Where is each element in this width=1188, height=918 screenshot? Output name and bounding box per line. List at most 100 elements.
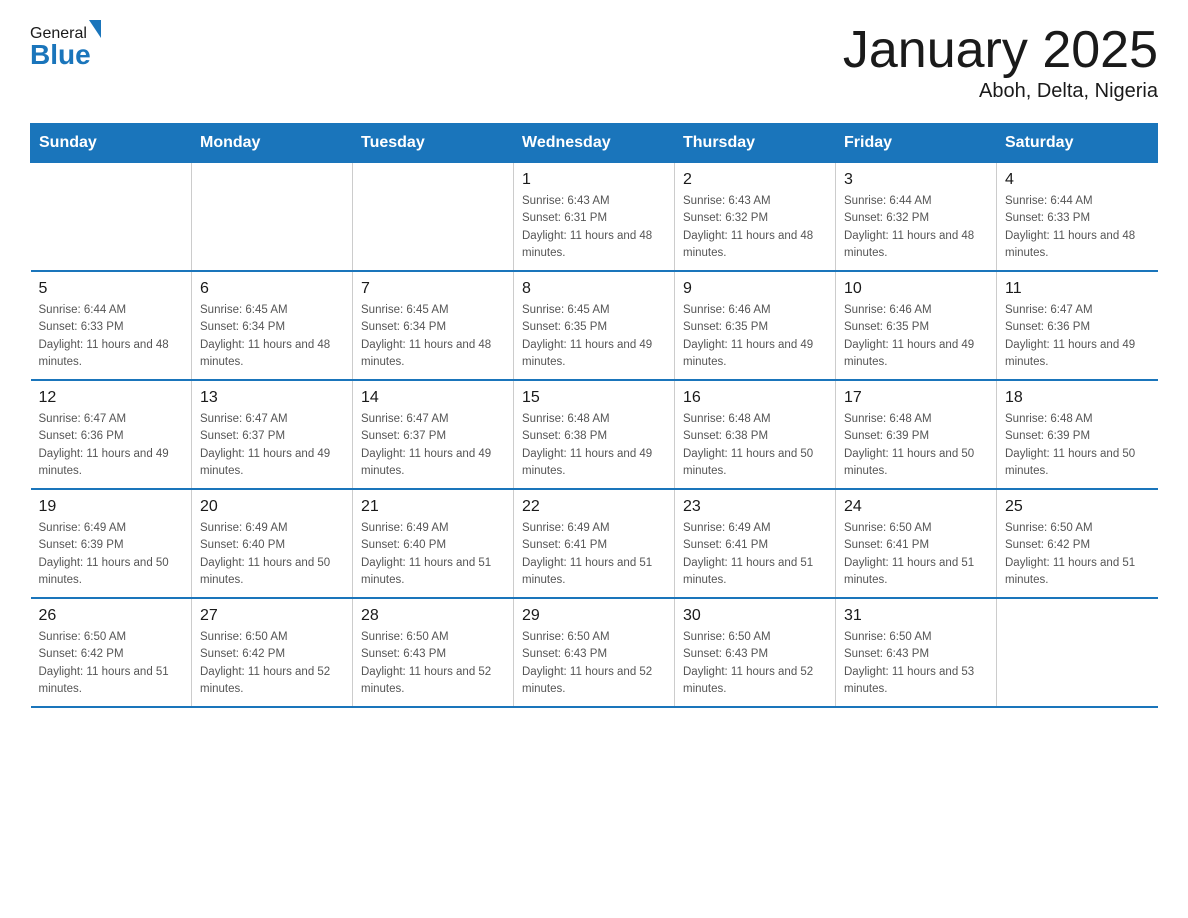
day-number: 20 (200, 498, 344, 516)
calendar-cell: 2 Sunrise: 6:43 AMSunset: 6:32 PMDaylight… (675, 163, 836, 272)
header-sunday: Sunday (31, 124, 192, 163)
logo-triangle-icon (89, 20, 101, 38)
day-info: Sunrise: 6:43 AMSunset: 6:31 PMDaylight:… (522, 193, 666, 262)
calendar-cell: 21Sunrise: 6:49 AMSunset: 6:40 PMDayligh… (353, 489, 514, 598)
day-info: Sunrise: 6:46 AMSunset: 6:35 PMDaylight:… (683, 302, 827, 371)
day-info: Sunrise: 6:48 AMSunset: 6:38 PMDaylight:… (522, 411, 666, 480)
day-number: 5 (39, 280, 184, 298)
calendar-cell: 8 Sunrise: 6:45 AMSunset: 6:35 PMDaylight… (514, 271, 675, 380)
header-tuesday: Tuesday (353, 124, 514, 163)
calendar-cell: 1 Sunrise: 6:43 AMSunset: 6:31 PMDaylight… (514, 163, 675, 272)
day-info: Sunrise: 6:50 AMSunset: 6:43 PMDaylight:… (522, 629, 666, 698)
day-number: 16 (683, 389, 827, 407)
day-number: 14 (361, 389, 505, 407)
day-number: 7 (361, 280, 505, 298)
day-number: 21 (361, 498, 505, 516)
day-number: 8 (522, 280, 666, 298)
logo-blue-text: Blue (30, 39, 91, 71)
day-info: Sunrise: 6:50 AMSunset: 6:42 PMDaylight:… (200, 629, 344, 698)
day-info: Sunrise: 6:48 AMSunset: 6:38 PMDaylight:… (683, 411, 827, 480)
day-info: Sunrise: 6:50 AMSunset: 6:42 PMDaylight:… (1005, 520, 1150, 589)
day-info: Sunrise: 6:48 AMSunset: 6:39 PMDaylight:… (844, 411, 988, 480)
header-saturday: Saturday (997, 124, 1158, 163)
day-number: 4 (1005, 171, 1150, 189)
day-info: Sunrise: 6:49 AMSunset: 6:40 PMDaylight:… (200, 520, 344, 589)
day-info: Sunrise: 6:44 AMSunset: 6:32 PMDaylight:… (844, 193, 988, 262)
calendar-header-row: SundayMondayTuesdayWednesdayThursdayFrid… (31, 124, 1158, 163)
calendar-cell: 31Sunrise: 6:50 AMSunset: 6:43 PMDayligh… (836, 598, 997, 707)
day-info: Sunrise: 6:45 AMSunset: 6:34 PMDaylight:… (200, 302, 344, 371)
day-info: Sunrise: 6:48 AMSunset: 6:39 PMDaylight:… (1005, 411, 1150, 480)
calendar-cell: 14 Sunrise: 6:47 AMSunset: 6:37 PMDayligh… (353, 380, 514, 489)
day-number: 3 (844, 171, 988, 189)
calendar-cell: 22 Sunrise: 6:49 AMSunset: 6:41 PMDayligh… (514, 489, 675, 598)
day-number: 15 (522, 389, 666, 407)
day-info: Sunrise: 6:44 AMSunset: 6:33 PMDaylight:… (1005, 193, 1150, 262)
calendar-week-row: 26 Sunrise: 6:50 AMSunset: 6:42 PMDayligh… (31, 598, 1158, 707)
header-thursday: Thursday (675, 124, 836, 163)
day-number: 22 (522, 498, 666, 516)
day-number: 1 (522, 171, 666, 189)
day-number: 25 (1005, 498, 1150, 516)
day-number: 31 (844, 607, 988, 625)
calendar-cell: 20 Sunrise: 6:49 AMSunset: 6:40 PMDayligh… (192, 489, 353, 598)
title-area: January 2025 Aboh, Delta, Nigeria (843, 20, 1158, 103)
day-info: Sunrise: 6:47 AMSunset: 6:36 PMDaylight:… (1005, 302, 1150, 371)
calendar-cell: 9Sunrise: 6:46 AMSunset: 6:35 PMDaylight… (675, 271, 836, 380)
day-info: Sunrise: 6:50 AMSunset: 6:42 PMDaylight:… (39, 629, 184, 698)
calendar-cell: 30 Sunrise: 6:50 AMSunset: 6:43 PMDayligh… (675, 598, 836, 707)
calendar-cell (31, 163, 192, 272)
day-info: Sunrise: 6:49 AMSunset: 6:41 PMDaylight:… (683, 520, 827, 589)
day-info: Sunrise: 6:50 AMSunset: 6:43 PMDaylight:… (683, 629, 827, 698)
day-info: Sunrise: 6:49 AMSunset: 6:39 PMDaylight:… (39, 520, 184, 589)
header-friday: Friday (836, 124, 997, 163)
calendar-cell: 15 Sunrise: 6:48 AMSunset: 6:38 PMDayligh… (514, 380, 675, 489)
calendar-cell (353, 163, 514, 272)
day-info: Sunrise: 6:50 AMSunset: 6:41 PMDaylight:… (844, 520, 988, 589)
day-info: Sunrise: 6:46 AMSunset: 6:35 PMDaylight:… (844, 302, 988, 371)
calendar-cell: 26 Sunrise: 6:50 AMSunset: 6:42 PMDayligh… (31, 598, 192, 707)
calendar-cell: 18 Sunrise: 6:48 AMSunset: 6:39 PMDayligh… (997, 380, 1158, 489)
day-number: 6 (200, 280, 344, 298)
calendar-cell: 25 Sunrise: 6:50 AMSunset: 6:42 PMDayligh… (997, 489, 1158, 598)
day-number: 2 (683, 171, 827, 189)
calendar-cell: 19Sunrise: 6:49 AMSunset: 6:39 PMDayligh… (31, 489, 192, 598)
day-number: 12 (39, 389, 184, 407)
day-info: Sunrise: 6:47 AMSunset: 6:36 PMDaylight:… (39, 411, 184, 480)
calendar-cell: 23 Sunrise: 6:49 AMSunset: 6:41 PMDayligh… (675, 489, 836, 598)
header-monday: Monday (192, 124, 353, 163)
day-info: Sunrise: 6:45 AMSunset: 6:34 PMDaylight:… (361, 302, 505, 371)
calendar-table: SundayMondayTuesdayWednesdayThursdayFrid… (30, 123, 1158, 708)
day-number: 18 (1005, 389, 1150, 407)
day-info: Sunrise: 6:49 AMSunset: 6:41 PMDaylight:… (522, 520, 666, 589)
calendar-cell: 6 Sunrise: 6:45 AMSunset: 6:34 PMDaylight… (192, 271, 353, 380)
day-number: 10 (844, 280, 988, 298)
calendar-cell (997, 598, 1158, 707)
day-number: 30 (683, 607, 827, 625)
header-wednesday: Wednesday (514, 124, 675, 163)
day-number: 23 (683, 498, 827, 516)
day-number: 24 (844, 498, 988, 516)
calendar-cell: 7 Sunrise: 6:45 AMSunset: 6:34 PMDaylight… (353, 271, 514, 380)
calendar-cell: 28 Sunrise: 6:50 AMSunset: 6:43 PMDayligh… (353, 598, 514, 707)
day-info: Sunrise: 6:43 AMSunset: 6:32 PMDaylight:… (683, 193, 827, 262)
day-number: 29 (522, 607, 666, 625)
day-info: Sunrise: 6:47 AMSunset: 6:37 PMDaylight:… (361, 411, 505, 480)
calendar-cell: 3 Sunrise: 6:44 AMSunset: 6:32 PMDaylight… (836, 163, 997, 272)
day-number: 26 (39, 607, 184, 625)
day-info: Sunrise: 6:45 AMSunset: 6:35 PMDaylight:… (522, 302, 666, 371)
calendar-cell: 24 Sunrise: 6:50 AMSunset: 6:41 PMDayligh… (836, 489, 997, 598)
day-info: Sunrise: 6:50 AMSunset: 6:43 PMDaylight:… (361, 629, 505, 698)
calendar-cell: 27Sunrise: 6:50 AMSunset: 6:42 PMDayligh… (192, 598, 353, 707)
calendar-cell: 5Sunrise: 6:44 AMSunset: 6:33 PMDaylight… (31, 271, 192, 380)
day-info: Sunrise: 6:47 AMSunset: 6:37 PMDaylight:… (200, 411, 344, 480)
calendar-cell: 17Sunrise: 6:48 AMSunset: 6:39 PMDayligh… (836, 380, 997, 489)
day-number: 28 (361, 607, 505, 625)
calendar-week-row: 12 Sunrise: 6:47 AMSunset: 6:36 PMDayligh… (31, 380, 1158, 489)
calendar-cell: 16 Sunrise: 6:48 AMSunset: 6:38 PMDayligh… (675, 380, 836, 489)
day-number: 13 (200, 389, 344, 407)
calendar-cell: 13 Sunrise: 6:47 AMSunset: 6:37 PMDayligh… (192, 380, 353, 489)
calendar-cell: 12 Sunrise: 6:47 AMSunset: 6:36 PMDayligh… (31, 380, 192, 489)
day-number: 11 (1005, 280, 1150, 298)
calendar-week-row: 1 Sunrise: 6:43 AMSunset: 6:31 PMDaylight… (31, 163, 1158, 272)
